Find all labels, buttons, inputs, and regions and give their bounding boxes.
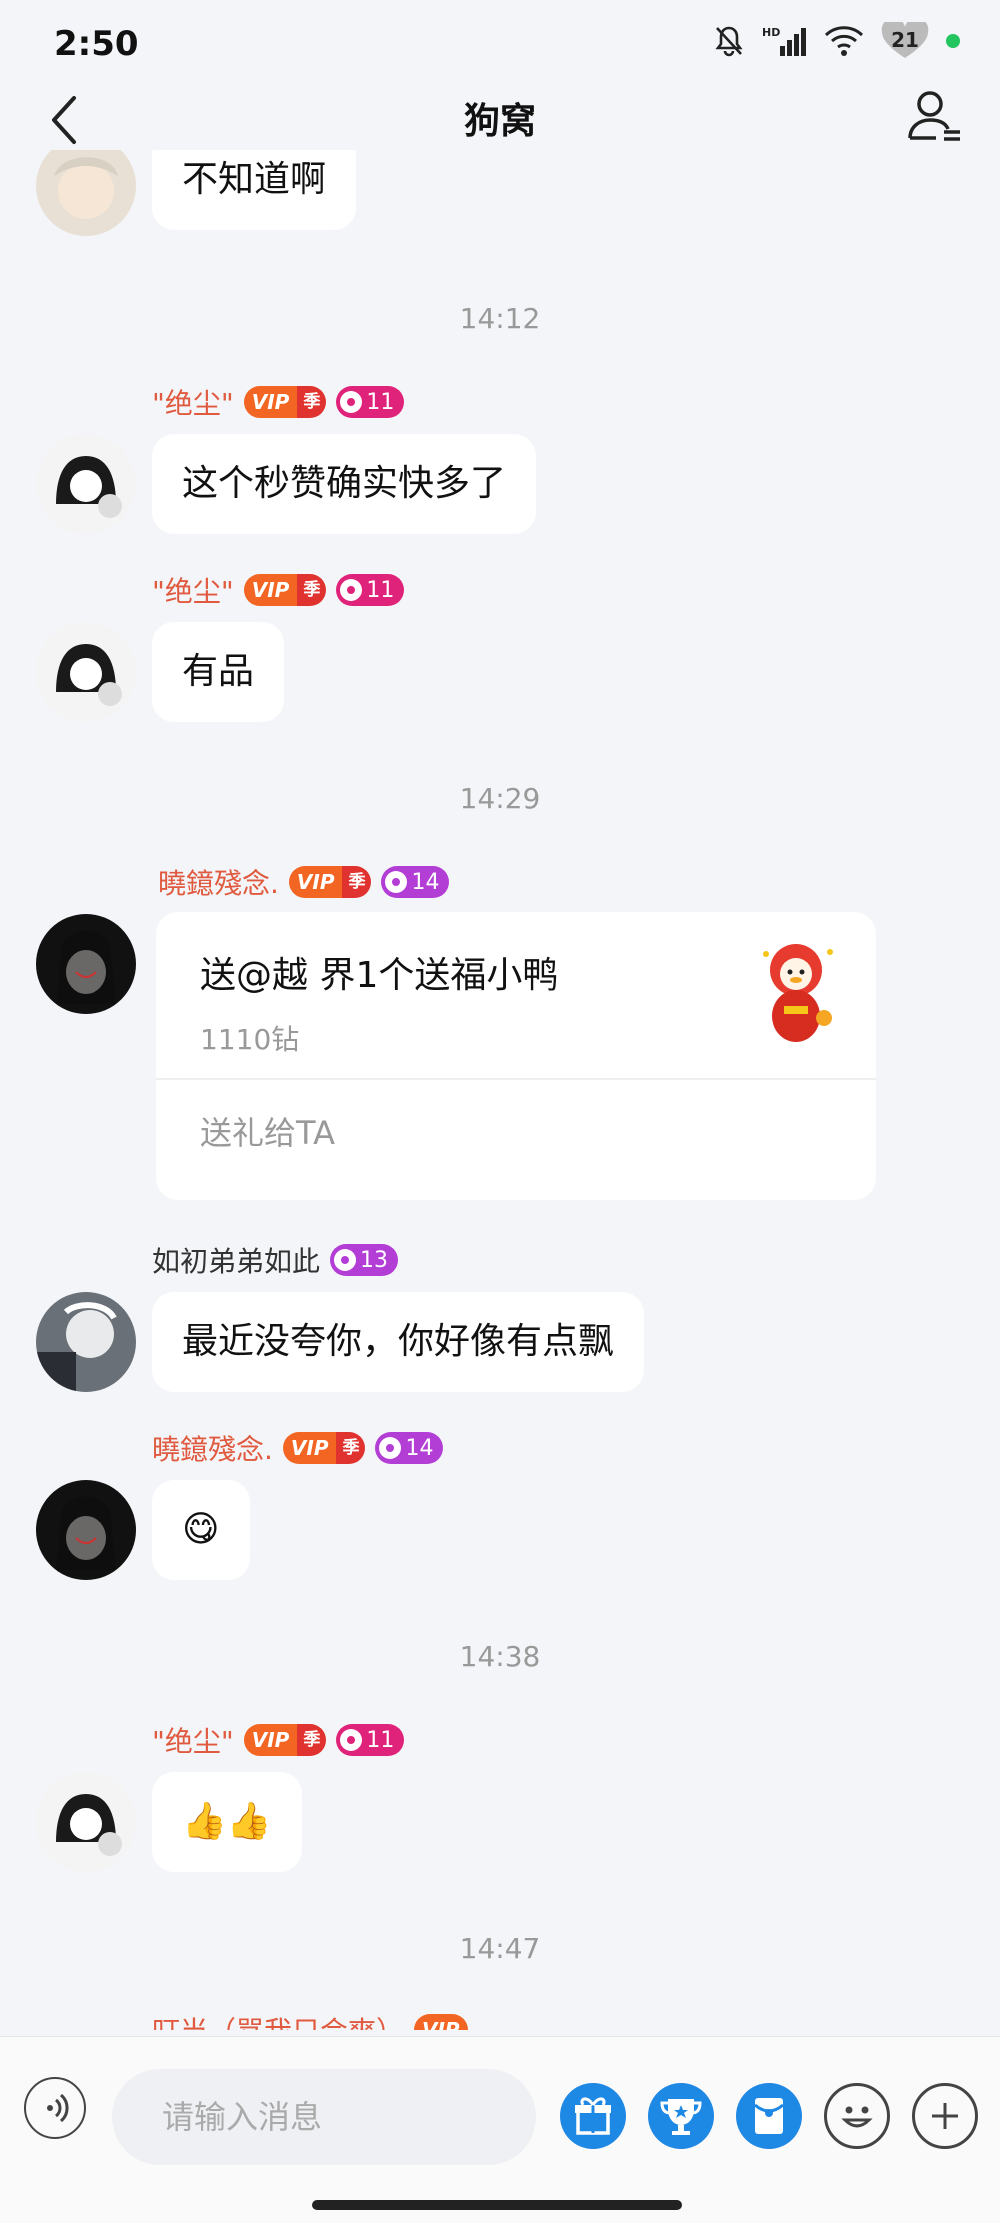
message-bubble[interactable]: 这个秒赞确实快多了 [152, 434, 537, 534]
sender-nickname[interactable]: 曉鐿殘念. VIP 季 14 [158, 862, 450, 902]
send-gift-link[interactable]: 送礼给TA [200, 1108, 335, 1154]
sender-nickname[interactable]: 叮当（骂我只会爽） VIP [152, 2010, 468, 2030]
nickname-text: "绝尘" [152, 575, 234, 608]
hd-signal-icon: HD [762, 24, 808, 58]
avatar[interactable] [36, 914, 136, 1014]
message-bubble[interactable]: 最近没夸你，你好像有点飘 [152, 1292, 645, 1392]
group-settings-icon [908, 91, 960, 141]
sender-nickname[interactable]: "绝尘" VIP 季 11 [152, 382, 405, 422]
emoji-icon [841, 2106, 873, 2128]
level-badge: 14 [381, 866, 450, 898]
status-time: 2:50 [54, 24, 139, 64]
gift-title: 送@越 界1个送福小鸭 [200, 955, 559, 996]
battery-level: 21 [891, 28, 919, 52]
vip-badge: VIP 季 [243, 574, 327, 606]
timestamp: 14:29 [459, 782, 541, 815]
vip-badge: VIP 季 [282, 1432, 366, 1464]
avatar[interactable] [36, 1292, 136, 1392]
timestamp: 14:38 [459, 1640, 541, 1673]
message-bubble[interactable]: 😋 [152, 1480, 250, 1580]
vip-badge: VIP [414, 2014, 468, 2030]
divider [156, 1078, 876, 1080]
sender-nickname[interactable]: "绝尘" VIP 季 11 [152, 1720, 405, 1760]
nickname-text: 如初弟弟如此 [152, 1245, 321, 1278]
avatar[interactable] [36, 1772, 136, 1872]
vip-badge: VIP 季 [288, 866, 372, 898]
timestamp: 14:12 [459, 302, 541, 335]
gift-button[interactable] [560, 2083, 626, 2149]
red-packet-button[interactable] [736, 2083, 802, 2149]
svg-text:HD: HD [762, 26, 780, 39]
vip-badge: VIP 季 [243, 386, 327, 418]
message-bubble[interactable]: 不知道啊 [152, 150, 357, 230]
trophy-icon [660, 2099, 702, 2135]
status-bar: 2:50 HD 21 [0, 0, 1000, 90]
voice-icon [47, 2093, 69, 2123]
vip-badge: VIP 季 [243, 1724, 327, 1756]
plus-icon [932, 2103, 958, 2129]
lucky-duck-gift-image [746, 940, 846, 1050]
level-badge: 11 [336, 574, 405, 606]
battery-icon: 21 [880, 22, 930, 60]
avatar[interactable] [36, 150, 136, 236]
nickname-text: 叮当（骂我只会爽） [152, 2010, 404, 2030]
mute-icon [712, 24, 746, 58]
sender-nickname[interactable]: "绝尘" VIP 季 11 [152, 570, 405, 610]
trophy-button[interactable] [648, 2083, 714, 2149]
nickname-text: 曉鐿殘念. [152, 1433, 273, 1466]
home-indicator[interactable] [312, 2200, 682, 2210]
red-packet-icon [754, 2098, 784, 2134]
message-input[interactable]: 请输入消息 [112, 2069, 536, 2165]
avatar[interactable] [36, 1480, 136, 1580]
message-bubble[interactable]: 👍👍 [152, 1772, 302, 1872]
sender-nickname[interactable]: 曉鐿殘念. VIP 季 14 [152, 1428, 444, 1468]
voice-button[interactable] [24, 2077, 86, 2139]
avatar[interactable] [36, 434, 136, 534]
gift-card[interactable]: 送@越 界1个送福小鸭 1110钻 送礼给TA [156, 912, 876, 1200]
privacy-indicator [946, 34, 960, 48]
emoji-button[interactable] [824, 2083, 890, 2149]
nickname-text: "绝尘" [152, 1725, 234, 1758]
gift-price: 1110钻 [200, 1023, 300, 1056]
timestamp: 14:47 [459, 1932, 541, 1965]
nickname-text: 曉鐿殘念. [158, 867, 279, 900]
message-bubble[interactable]: 有品 [152, 622, 285, 722]
level-badge: 11 [336, 1724, 405, 1756]
avatar[interactable] [36, 622, 136, 722]
sender-nickname[interactable]: 如初弟弟如此 13 [152, 1240, 399, 1280]
chat-title: 狗窝 [463, 101, 536, 142]
wifi-icon [824, 25, 864, 57]
group-members-button[interactable] [904, 86, 964, 146]
chat-area[interactable]: 不知道啊 14:12 "绝尘" VIP 季 11 这个秒赞确实快多了 "绝尘" V… [0, 150, 1000, 2030]
level-badge: 14 [375, 1432, 444, 1464]
level-badge: 11 [336, 386, 405, 418]
gift-icon [575, 2097, 611, 2135]
level-badge: 13 [330, 1244, 399, 1276]
more-button[interactable] [912, 2083, 978, 2149]
input-bar: 请输入消息 [0, 2036, 1000, 2223]
nickname-text: "绝尘" [152, 387, 234, 420]
